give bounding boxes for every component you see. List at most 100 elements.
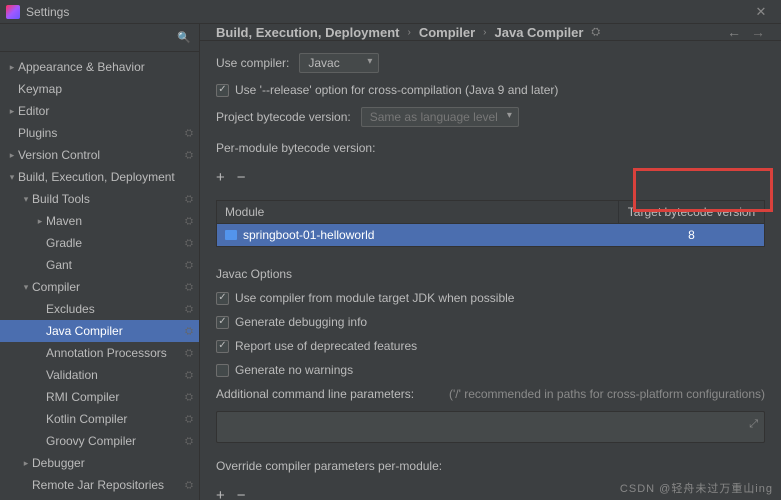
sidebar-item-build-tools[interactable]: ▾Build Tools⛭ [0, 188, 199, 210]
gear-icon: ⛭ [185, 304, 193, 315]
gear-icon: ⛭ [185, 392, 193, 403]
gear-icon: ⛭ [185, 326, 193, 337]
expand-icon[interactable]: ⤢ [749, 418, 758, 431]
sidebar: 🔍 ▸Appearance & BehaviorKeymap▸EditorPlu… [0, 24, 200, 500]
table-row[interactable]: springboot-01-helloworld 8 [217, 224, 764, 246]
search-icon[interactable]: 🔍 [177, 31, 191, 44]
use-compiler-label: Use compiler: [216, 56, 289, 70]
main-panel: Build, Execution, Deployment › Compiler … [200, 24, 781, 500]
module-toolbar: + − [216, 165, 765, 190]
sidebar-item-debugger[interactable]: ▸Debugger [0, 452, 199, 474]
gear-icon[interactable]: ⛭ [591, 26, 600, 39]
window-title: Settings [26, 5, 747, 19]
opt-no-warnings[interactable]: Generate no warnings [216, 363, 765, 377]
gear-icon: ⛭ [185, 260, 193, 271]
back-icon[interactable]: ← [727, 24, 741, 40]
sidebar-item-label: Build Tools [32, 192, 185, 206]
checkbox-icon[interactable] [216, 364, 229, 377]
close-icon[interactable]: ✕ [747, 4, 775, 20]
sidebar-item-annotation-processors[interactable]: Annotation Processors⛭ [0, 342, 199, 364]
sidebar-item-label: Gant [46, 258, 185, 272]
sidebar-item-gant[interactable]: Gant⛭ [0, 254, 199, 276]
sidebar-item-maven[interactable]: ▸Maven⛭ [0, 210, 199, 232]
sidebar-item-label: Annotation Processors [46, 346, 185, 360]
gear-icon: ⛭ [185, 128, 193, 139]
search-input[interactable] [8, 31, 177, 45]
sidebar-item-label: Debugger [32, 456, 193, 470]
javac-options-section: Javac Options [216, 267, 765, 281]
sidebar-item-label: Plugins [18, 126, 185, 140]
override-label: Override compiler parameters per-module: [216, 459, 765, 473]
gear-icon: ⛭ [185, 370, 193, 381]
search-bar[interactable]: 🔍 [0, 24, 199, 52]
sidebar-item-label: Version Control [18, 148, 185, 162]
gear-icon: ⛭ [185, 194, 193, 205]
chevron-icon: ▾ [20, 194, 32, 205]
sidebar-item-label: Java Compiler [46, 324, 185, 338]
sidebar-item-build-execution-deployment[interactable]: ▾Build, Execution, Deployment [0, 166, 199, 188]
additional-params-field[interactable]: ⤢ [216, 411, 765, 443]
add-button[interactable]: + [216, 169, 225, 186]
remove-button: − [237, 487, 246, 500]
checkbox-icon[interactable] [216, 340, 229, 353]
chevron-icon: ▸ [6, 106, 18, 117]
th-target[interactable]: Target bytecode version [619, 201, 764, 223]
opt-module-jdk[interactable]: Use compiler from module target JDK when… [216, 291, 765, 305]
gear-icon: ⛭ [185, 150, 193, 161]
sidebar-item-label: RMI Compiler [46, 390, 185, 404]
sidebar-item-kotlin-compiler[interactable]: Kotlin Compiler⛭ [0, 408, 199, 430]
watermark: CSDN @轻舟未过万重山ing [620, 480, 773, 496]
add-button[interactable]: + [216, 487, 225, 500]
remove-button[interactable]: − [237, 169, 246, 186]
chevron-icon: ▸ [6, 150, 18, 161]
sidebar-item-groovy-compiler[interactable]: Groovy Compiler⛭ [0, 430, 199, 452]
sidebar-item-rmi-compiler[interactable]: RMI Compiler⛭ [0, 386, 199, 408]
sidebar-item-label: Keymap [18, 82, 193, 96]
chevron-right-icon: › [483, 27, 486, 38]
project-bytecode-select[interactable]: Same as language level [361, 107, 519, 127]
sidebar-item-java-compiler[interactable]: Java Compiler⛭ [0, 320, 199, 342]
gear-icon: ⛭ [185, 436, 193, 447]
sidebar-item-compiler[interactable]: ▾Compiler⛭ [0, 276, 199, 298]
use-compiler-select[interactable]: Javac [299, 53, 379, 73]
sidebar-item-label: Groovy Compiler [46, 434, 185, 448]
breadcrumb: Build, Execution, Deployment › Compiler … [200, 24, 781, 41]
sidebar-item-editor[interactable]: ▸Editor [0, 100, 199, 122]
titlebar: Settings ✕ [0, 0, 781, 24]
opt-debug-info[interactable]: Generate debugging info [216, 315, 765, 329]
checkbox-icon[interactable] [216, 292, 229, 305]
chevron-right-icon: › [407, 27, 410, 38]
gear-icon: ⛭ [185, 238, 193, 249]
sidebar-item-plugins[interactable]: Plugins⛭ [0, 122, 199, 144]
sidebar-item-validation[interactable]: Validation⛭ [0, 364, 199, 386]
crumb-1[interactable]: Build, Execution, Deployment [216, 25, 399, 40]
sidebar-item-label: Excludes [46, 302, 185, 316]
project-bytecode-label: Project bytecode version: [216, 110, 351, 124]
sidebar-item-label: Build, Execution, Deployment [18, 170, 193, 184]
sidebar-item-excludes[interactable]: Excludes⛭ [0, 298, 199, 320]
chevron-icon: ▸ [6, 62, 18, 73]
opt-deprecated[interactable]: Report use of deprecated features [216, 339, 765, 353]
sidebar-item-label: Remote Jar Repositories [32, 478, 185, 492]
sidebar-item-version-control[interactable]: ▸Version Control⛭ [0, 144, 199, 166]
sidebar-item-label: Appearance & Behavior [18, 60, 193, 74]
checkbox-icon[interactable] [216, 84, 229, 97]
module-icon [225, 230, 237, 240]
sidebar-item-keymap[interactable]: Keymap [0, 78, 199, 100]
release-option-check[interactable]: Use '--release' option for cross-compila… [216, 83, 765, 97]
module-table: Module Target bytecode version springboo… [216, 200, 765, 247]
sidebar-item-appearance-behavior[interactable]: ▸Appearance & Behavior [0, 56, 199, 78]
sidebar-item-remote-jar-repositories[interactable]: Remote Jar Repositories⛭ [0, 474, 199, 496]
th-module[interactable]: Module [217, 201, 619, 223]
target-cell[interactable]: 8 [619, 224, 764, 246]
sidebar-item-label: Editor [18, 104, 193, 118]
checkbox-icon[interactable] [216, 316, 229, 329]
sidebar-item-deployment[interactable]: ▸Deployment⛭ [0, 496, 199, 500]
app-icon [6, 5, 20, 19]
sidebar-item-gradle[interactable]: Gradle⛭ [0, 232, 199, 254]
gear-icon: ⛭ [185, 480, 193, 491]
crumb-2[interactable]: Compiler [419, 25, 475, 40]
sidebar-item-label: Compiler [32, 280, 185, 294]
gear-icon: ⛭ [185, 216, 193, 227]
gear-icon: ⛭ [185, 348, 193, 359]
